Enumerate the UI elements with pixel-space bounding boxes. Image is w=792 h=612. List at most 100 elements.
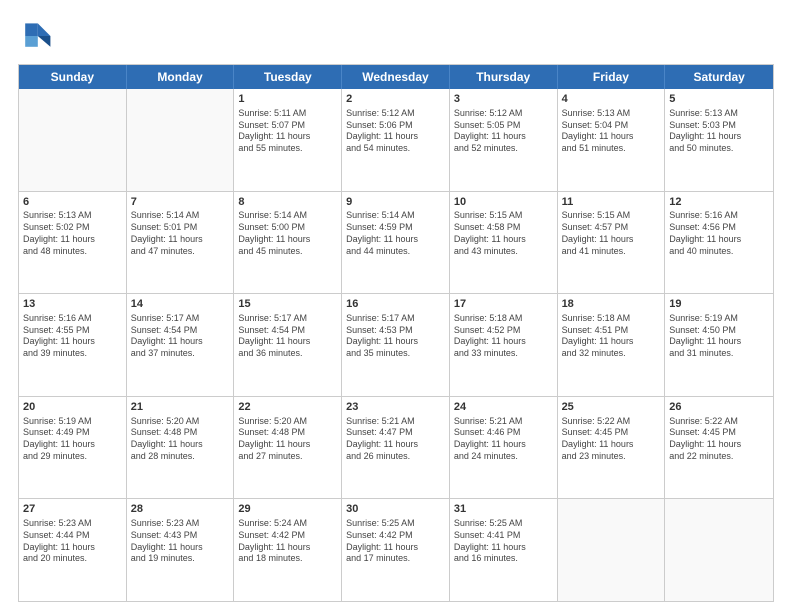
cal-cell: 13Sunrise: 5:16 AMSunset: 4:55 PMDayligh… <box>19 294 127 396</box>
cell-info-line: Sunset: 4:54 PM <box>131 325 230 337</box>
cell-info-line: Sunset: 4:55 PM <box>23 325 122 337</box>
cell-info-line: Daylight: 11 hours <box>562 336 661 348</box>
cell-info-line: Sunrise: 5:17 AM <box>131 313 230 325</box>
cal-cell: 14Sunrise: 5:17 AMSunset: 4:54 PMDayligh… <box>127 294 235 396</box>
cell-info-line: Sunrise: 5:12 AM <box>454 108 553 120</box>
cell-info-line: and 37 minutes. <box>131 348 230 360</box>
day-number: 14 <box>131 297 230 312</box>
cal-cell: 16Sunrise: 5:17 AMSunset: 4:53 PMDayligh… <box>342 294 450 396</box>
cell-info-line: Sunrise: 5:13 AM <box>23 210 122 222</box>
cell-info-line: and 35 minutes. <box>346 348 445 360</box>
header-day-wednesday: Wednesday <box>342 65 450 89</box>
cal-cell: 12Sunrise: 5:16 AMSunset: 4:56 PMDayligh… <box>665 192 773 294</box>
day-number: 27 <box>23 502 122 517</box>
calendar: SundayMondayTuesdayWednesdayThursdayFrid… <box>18 64 774 602</box>
cell-info-line: and 20 minutes. <box>23 553 122 565</box>
cal-cell: 11Sunrise: 5:15 AMSunset: 4:57 PMDayligh… <box>558 192 666 294</box>
cal-cell: 3Sunrise: 5:12 AMSunset: 5:05 PMDaylight… <box>450 89 558 191</box>
cell-info-line: and 52 minutes. <box>454 143 553 155</box>
cell-info-line: Sunrise: 5:20 AM <box>131 416 230 428</box>
cell-info-line: and 18 minutes. <box>238 553 337 565</box>
cell-info-line: Sunset: 4:57 PM <box>562 222 661 234</box>
cell-info-line: Sunset: 4:52 PM <box>454 325 553 337</box>
cal-cell: 22Sunrise: 5:20 AMSunset: 4:48 PMDayligh… <box>234 397 342 499</box>
cal-cell: 27Sunrise: 5:23 AMSunset: 4:44 PMDayligh… <box>19 499 127 601</box>
cell-info-line: Sunrise: 5:22 AM <box>562 416 661 428</box>
cell-info-line: Daylight: 11 hours <box>23 439 122 451</box>
cell-info-line: Sunrise: 5:18 AM <box>562 313 661 325</box>
cell-info-line: Sunset: 4:42 PM <box>346 530 445 542</box>
cell-info-line: Daylight: 11 hours <box>669 336 769 348</box>
cell-info-line: and 39 minutes. <box>23 348 122 360</box>
cell-info-line: and 36 minutes. <box>238 348 337 360</box>
cell-info-line: Daylight: 11 hours <box>454 131 553 143</box>
cal-cell: 20Sunrise: 5:19 AMSunset: 4:49 PMDayligh… <box>19 397 127 499</box>
week-row-1: 1Sunrise: 5:11 AMSunset: 5:07 PMDaylight… <box>19 89 773 192</box>
header-day-tuesday: Tuesday <box>234 65 342 89</box>
cell-info-line: and 31 minutes. <box>669 348 769 360</box>
cell-info-line: Daylight: 11 hours <box>238 234 337 246</box>
cell-info-line: Sunset: 4:49 PM <box>23 427 122 439</box>
cell-info-line: and 23 minutes. <box>562 451 661 463</box>
cal-cell <box>558 499 666 601</box>
day-number: 31 <box>454 502 553 517</box>
cell-info-line: Daylight: 11 hours <box>238 542 337 554</box>
cell-info-line: and 19 minutes. <box>131 553 230 565</box>
cell-info-line: Sunset: 4:43 PM <box>131 530 230 542</box>
cell-info-line: Daylight: 11 hours <box>454 542 553 554</box>
cell-info-line: Daylight: 11 hours <box>238 439 337 451</box>
cell-info-line: Daylight: 11 hours <box>669 131 769 143</box>
cell-info-line: Sunset: 5:03 PM <box>669 120 769 132</box>
day-number: 9 <box>346 195 445 210</box>
cell-info-line: Daylight: 11 hours <box>131 439 230 451</box>
cell-info-line: Sunrise: 5:17 AM <box>238 313 337 325</box>
cal-cell: 23Sunrise: 5:21 AMSunset: 4:47 PMDayligh… <box>342 397 450 499</box>
cal-cell: 6Sunrise: 5:13 AMSunset: 5:02 PMDaylight… <box>19 192 127 294</box>
cell-info-line: Daylight: 11 hours <box>669 234 769 246</box>
cell-info-line: Sunrise: 5:13 AM <box>669 108 769 120</box>
cell-info-line: and 44 minutes. <box>346 246 445 258</box>
cell-info-line: Sunrise: 5:17 AM <box>346 313 445 325</box>
cal-cell: 30Sunrise: 5:25 AMSunset: 4:42 PMDayligh… <box>342 499 450 601</box>
cell-info-line: Daylight: 11 hours <box>454 439 553 451</box>
header-day-friday: Friday <box>558 65 666 89</box>
cal-cell: 17Sunrise: 5:18 AMSunset: 4:52 PMDayligh… <box>450 294 558 396</box>
day-number: 2 <box>346 92 445 107</box>
cell-info-line: Sunrise: 5:23 AM <box>131 518 230 530</box>
cell-info-line: Sunset: 4:53 PM <box>346 325 445 337</box>
cell-info-line: and 41 minutes. <box>562 246 661 258</box>
cell-info-line: Sunset: 5:07 PM <box>238 120 337 132</box>
cal-cell <box>127 89 235 191</box>
cell-info-line: Sunrise: 5:16 AM <box>669 210 769 222</box>
day-number: 29 <box>238 502 337 517</box>
cell-info-line: and 27 minutes. <box>238 451 337 463</box>
header-day-thursday: Thursday <box>450 65 558 89</box>
cell-info-line: Daylight: 11 hours <box>454 234 553 246</box>
day-number: 19 <box>669 297 769 312</box>
cell-info-line: Sunset: 5:06 PM <box>346 120 445 132</box>
cell-info-line: Sunrise: 5:12 AM <box>346 108 445 120</box>
cell-info-line: Sunrise: 5:22 AM <box>669 416 769 428</box>
cell-info-line: Sunset: 4:50 PM <box>669 325 769 337</box>
logo <box>18 18 58 54</box>
cal-cell <box>19 89 127 191</box>
cell-info-line: Sunset: 4:45 PM <box>669 427 769 439</box>
day-number: 17 <box>454 297 553 312</box>
cell-info-line: Sunset: 4:45 PM <box>562 427 661 439</box>
day-number: 25 <box>562 400 661 415</box>
cell-info-line: Daylight: 11 hours <box>131 234 230 246</box>
cal-cell: 8Sunrise: 5:14 AMSunset: 5:00 PMDaylight… <box>234 192 342 294</box>
cal-cell: 18Sunrise: 5:18 AMSunset: 4:51 PMDayligh… <box>558 294 666 396</box>
cal-cell: 2Sunrise: 5:12 AMSunset: 5:06 PMDaylight… <box>342 89 450 191</box>
day-number: 16 <box>346 297 445 312</box>
day-number: 10 <box>454 195 553 210</box>
cal-cell: 10Sunrise: 5:15 AMSunset: 4:58 PMDayligh… <box>450 192 558 294</box>
cal-cell: 31Sunrise: 5:25 AMSunset: 4:41 PMDayligh… <box>450 499 558 601</box>
cal-cell: 25Sunrise: 5:22 AMSunset: 4:45 PMDayligh… <box>558 397 666 499</box>
week-row-5: 27Sunrise: 5:23 AMSunset: 4:44 PMDayligh… <box>19 499 773 601</box>
week-row-4: 20Sunrise: 5:19 AMSunset: 4:49 PMDayligh… <box>19 397 773 500</box>
cell-info-line: Sunset: 4:48 PM <box>238 427 337 439</box>
week-row-3: 13Sunrise: 5:16 AMSunset: 4:55 PMDayligh… <box>19 294 773 397</box>
cell-info-line: Daylight: 11 hours <box>346 131 445 143</box>
day-number: 30 <box>346 502 445 517</box>
